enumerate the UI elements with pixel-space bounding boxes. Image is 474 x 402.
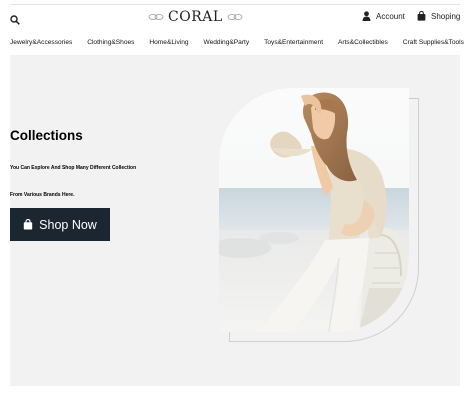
shopping-link[interactable]: Shoping	[417, 11, 460, 21]
ornament-icon	[227, 14, 243, 20]
cart-label: Shoping	[431, 11, 461, 21]
nav-item-home[interactable]: Home&Living	[149, 39, 188, 46]
nav-item-clothing[interactable]: Clothing&Shoes	[87, 39, 134, 46]
user-icon	[362, 11, 371, 21]
nav-item-wedding[interactable]: Wedding&Party	[203, 39, 249, 46]
hero-title: Collections	[10, 128, 83, 143]
site-header: CORAL Account Shoping	[0, 8, 474, 28]
shop-now-label: Shop Now	[39, 217, 97, 232]
account-link[interactable]: Account	[362, 11, 405, 21]
hero-section: Collections You Can Explore And Shop Man…	[10, 55, 460, 386]
hero-subtitle-line2: From Various Brands Here.	[10, 192, 75, 198]
shop-now-button[interactable]: Shop Now	[10, 208, 110, 241]
hero-model-image	[219, 88, 409, 332]
account-label: Account	[376, 11, 405, 21]
shopping-bag-icon	[417, 11, 426, 21]
ornament-icon	[148, 14, 164, 20]
nav-item-jewelry[interactable]: Jewelry&Accessories	[10, 39, 72, 46]
logo-text: CORAL	[168, 9, 223, 25]
nav-item-toys[interactable]: Toys&Entertainment	[264, 39, 323, 46]
site-logo[interactable]: CORAL	[148, 9, 243, 25]
nav-item-arts[interactable]: Arts&Collectibles	[338, 39, 388, 46]
hero-subtitle-line1: You Can Explore And Shop Many Different …	[10, 165, 137, 171]
shopping-bag-icon	[23, 219, 33, 230]
top-divider	[10, 4, 460, 5]
search-icon[interactable]	[10, 12, 20, 25]
nav-item-craft[interactable]: Craft Supplies&Tools	[403, 39, 464, 46]
category-nav: Jewelry&Accessories Clothing&Shoes Home&…	[10, 39, 464, 46]
